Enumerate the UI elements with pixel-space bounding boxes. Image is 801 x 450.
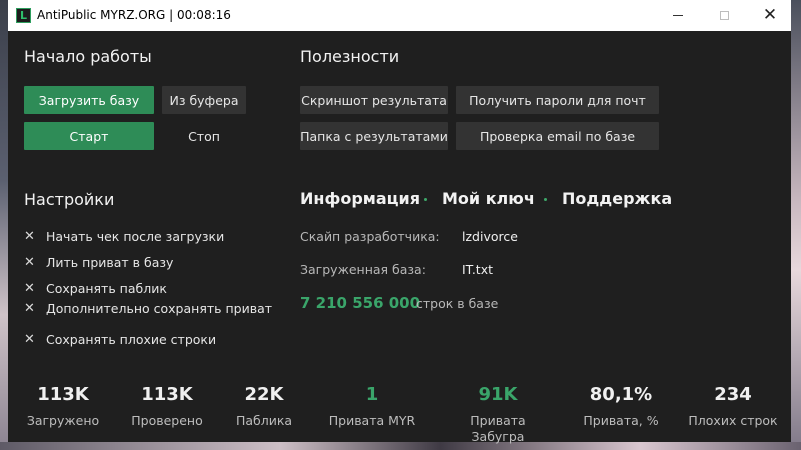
minimize-icon (673, 15, 683, 16)
tab-my-key[interactable]: Мой ключ (442, 189, 535, 209)
maximize-icon (719, 11, 729, 20)
stat-private-percent: 80,1% Привата, % (583, 384, 659, 428)
app-window: L AntiPublic MYRZ.ORG | 00:08:16 ✕ Начал… (8, 0, 791, 444)
option-save-public[interactable]: ✕ Сохранять паблик (24, 281, 167, 296)
window-title: AntiPublic MYRZ.ORG | 00:08:16 (37, 8, 231, 22)
separator-dot (424, 198, 427, 201)
tab-support[interactable]: Поддержка (562, 189, 672, 209)
desktop-background-right (791, 0, 801, 450)
title-bar[interactable]: L AntiPublic MYRZ.ORG | 00:08:16 ✕ (8, 0, 791, 32)
stat-bad-lines: 234 Плохих строк (688, 384, 778, 428)
stat-private-myr: 1 Привата MYR (328, 384, 416, 428)
lines-count: 7 210 556 000 (300, 294, 421, 312)
option-save-bad-lines[interactable]: ✕ Сохранять плохие строки (24, 332, 216, 347)
option-start-check-after-load[interactable]: ✕ Начать чек после загрузки (24, 229, 224, 244)
tab-information[interactable]: Информация (300, 189, 420, 209)
stat-checked: 113K Проверено (131, 384, 203, 428)
check-email-button[interactable]: Проверка email по базе (456, 122, 659, 150)
option-save-private-extra[interactable]: ✕ Дополнительно сохранять приват (24, 301, 272, 316)
lines-label: строк в базе (416, 296, 499, 311)
stat-private-abroad: 91K Привата Забугра (470, 384, 526, 444)
utilities-heading: Полезности (300, 47, 400, 66)
dev-skype-value: lzdivorce (462, 229, 518, 244)
minimize-button[interactable] (655, 0, 701, 31)
unchecked-x-icon: ✕ (24, 229, 35, 244)
from-clipboard-button[interactable]: Из буфера (162, 86, 246, 114)
close-button[interactable]: ✕ (747, 0, 793, 31)
separator-dot (544, 198, 547, 201)
start-heading: Начало работы (24, 47, 152, 66)
stop-button[interactable]: Стоп (162, 122, 246, 150)
load-base-button[interactable]: Загрузить базу (24, 86, 154, 114)
desktop-background-left (0, 0, 8, 450)
results-folder-button[interactable]: Папка с результатами (300, 122, 448, 150)
app-logo-icon: L (16, 8, 31, 23)
get-passwords-button[interactable]: Получить пароли для почт (456, 86, 659, 114)
unchecked-x-icon: ✕ (24, 281, 35, 296)
screenshot-result-button[interactable]: Скриншот результата (300, 86, 448, 114)
close-icon: ✕ (762, 5, 778, 25)
main-content: Начало работы Загрузить базу Из буфера С… (8, 31, 791, 444)
stat-loaded: 113K Загружено (26, 384, 100, 428)
stat-public: 22K Паблика (235, 384, 293, 428)
maximize-button[interactable] (701, 0, 747, 31)
unchecked-x-icon: ✕ (24, 332, 35, 347)
loaded-base-value: IT.txt (462, 262, 494, 277)
dev-skype-label: Скайп разработчика: (300, 229, 440, 244)
option-pour-private[interactable]: ✕ Лить приват в базу (24, 255, 173, 270)
loaded-base-label: Загруженная база: (300, 262, 426, 277)
unchecked-x-icon: ✕ (24, 255, 35, 270)
settings-heading: Настройки (24, 190, 115, 209)
desktop-background-bottom (0, 442, 801, 450)
start-button[interactable]: Старт (24, 122, 154, 150)
unchecked-x-icon: ✕ (24, 301, 35, 316)
